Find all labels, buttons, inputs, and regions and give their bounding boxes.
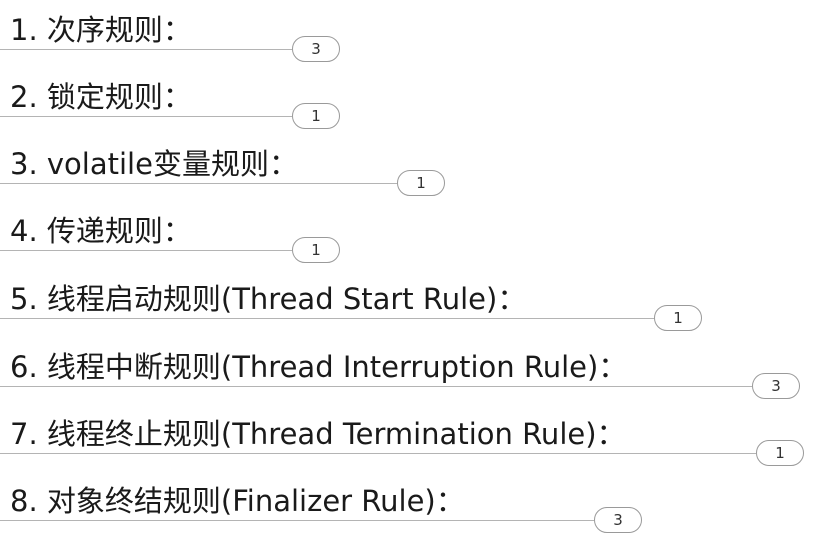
connector-line <box>0 49 292 50</box>
topic-label[interactable]: 2. 锁定规则： <box>10 77 192 117</box>
connector-line <box>0 453 756 454</box>
collapsed-count-badge[interactable]: 1 <box>397 170 445 196</box>
topic-label[interactable]: 7. 线程终止规则(Thread Termination Rule)： <box>10 414 626 454</box>
collapsed-count-badge[interactable]: 1 <box>654 305 702 331</box>
branch-order-rule[interactable]: 1. 次序规则： 3 <box>0 10 344 77</box>
connector-line <box>0 386 752 387</box>
collapsed-count-badge[interactable]: 3 <box>752 373 800 399</box>
connector-line <box>0 318 654 319</box>
branch-thread-interruption-rule[interactable]: 6. 线程中断规则(Thread Interruption Rule)： 3 <box>0 347 804 414</box>
connector-line <box>0 116 292 117</box>
topic-label[interactable]: 6. 线程中断规则(Thread Interruption Rule)： <box>10 347 627 387</box>
branch-thread-start-rule[interactable]: 5. 线程启动规则(Thread Start Rule)： 1 <box>0 279 706 346</box>
topic-label[interactable]: 4. 传递规则： <box>10 211 192 251</box>
topic-label[interactable]: 8. 对象终结规则(Finalizer Rule)： <box>10 481 465 521</box>
branch-volatile-rule[interactable]: 3. volatile变量规则： 1 <box>0 144 450 211</box>
collapsed-count-badge[interactable]: 1 <box>292 237 340 263</box>
topic-label[interactable]: 1. 次序规则： <box>10 10 192 50</box>
connector-line <box>0 183 397 184</box>
collapsed-count-badge[interactable]: 3 <box>594 507 642 533</box>
connector-line <box>0 250 292 251</box>
branch-finalizer-rule[interactable]: 8. 对象终结规则(Finalizer Rule)： 3 <box>0 481 646 548</box>
topic-label[interactable]: 5. 线程启动规则(Thread Start Rule)： <box>10 279 526 319</box>
collapsed-count-badge[interactable]: 1 <box>756 440 804 466</box>
branch-thread-termination-rule[interactable]: 7. 线程终止规则(Thread Termination Rule)： 1 <box>0 414 808 481</box>
branch-lock-rule[interactable]: 2. 锁定规则： 1 <box>0 77 344 144</box>
collapsed-count-badge[interactable]: 1 <box>292 103 340 129</box>
connector-line <box>0 520 594 521</box>
branch-transitive-rule[interactable]: 4. 传递规则： 1 <box>0 211 344 278</box>
collapsed-count-badge[interactable]: 3 <box>292 36 340 62</box>
topic-label[interactable]: 3. volatile变量规则： <box>10 144 298 184</box>
